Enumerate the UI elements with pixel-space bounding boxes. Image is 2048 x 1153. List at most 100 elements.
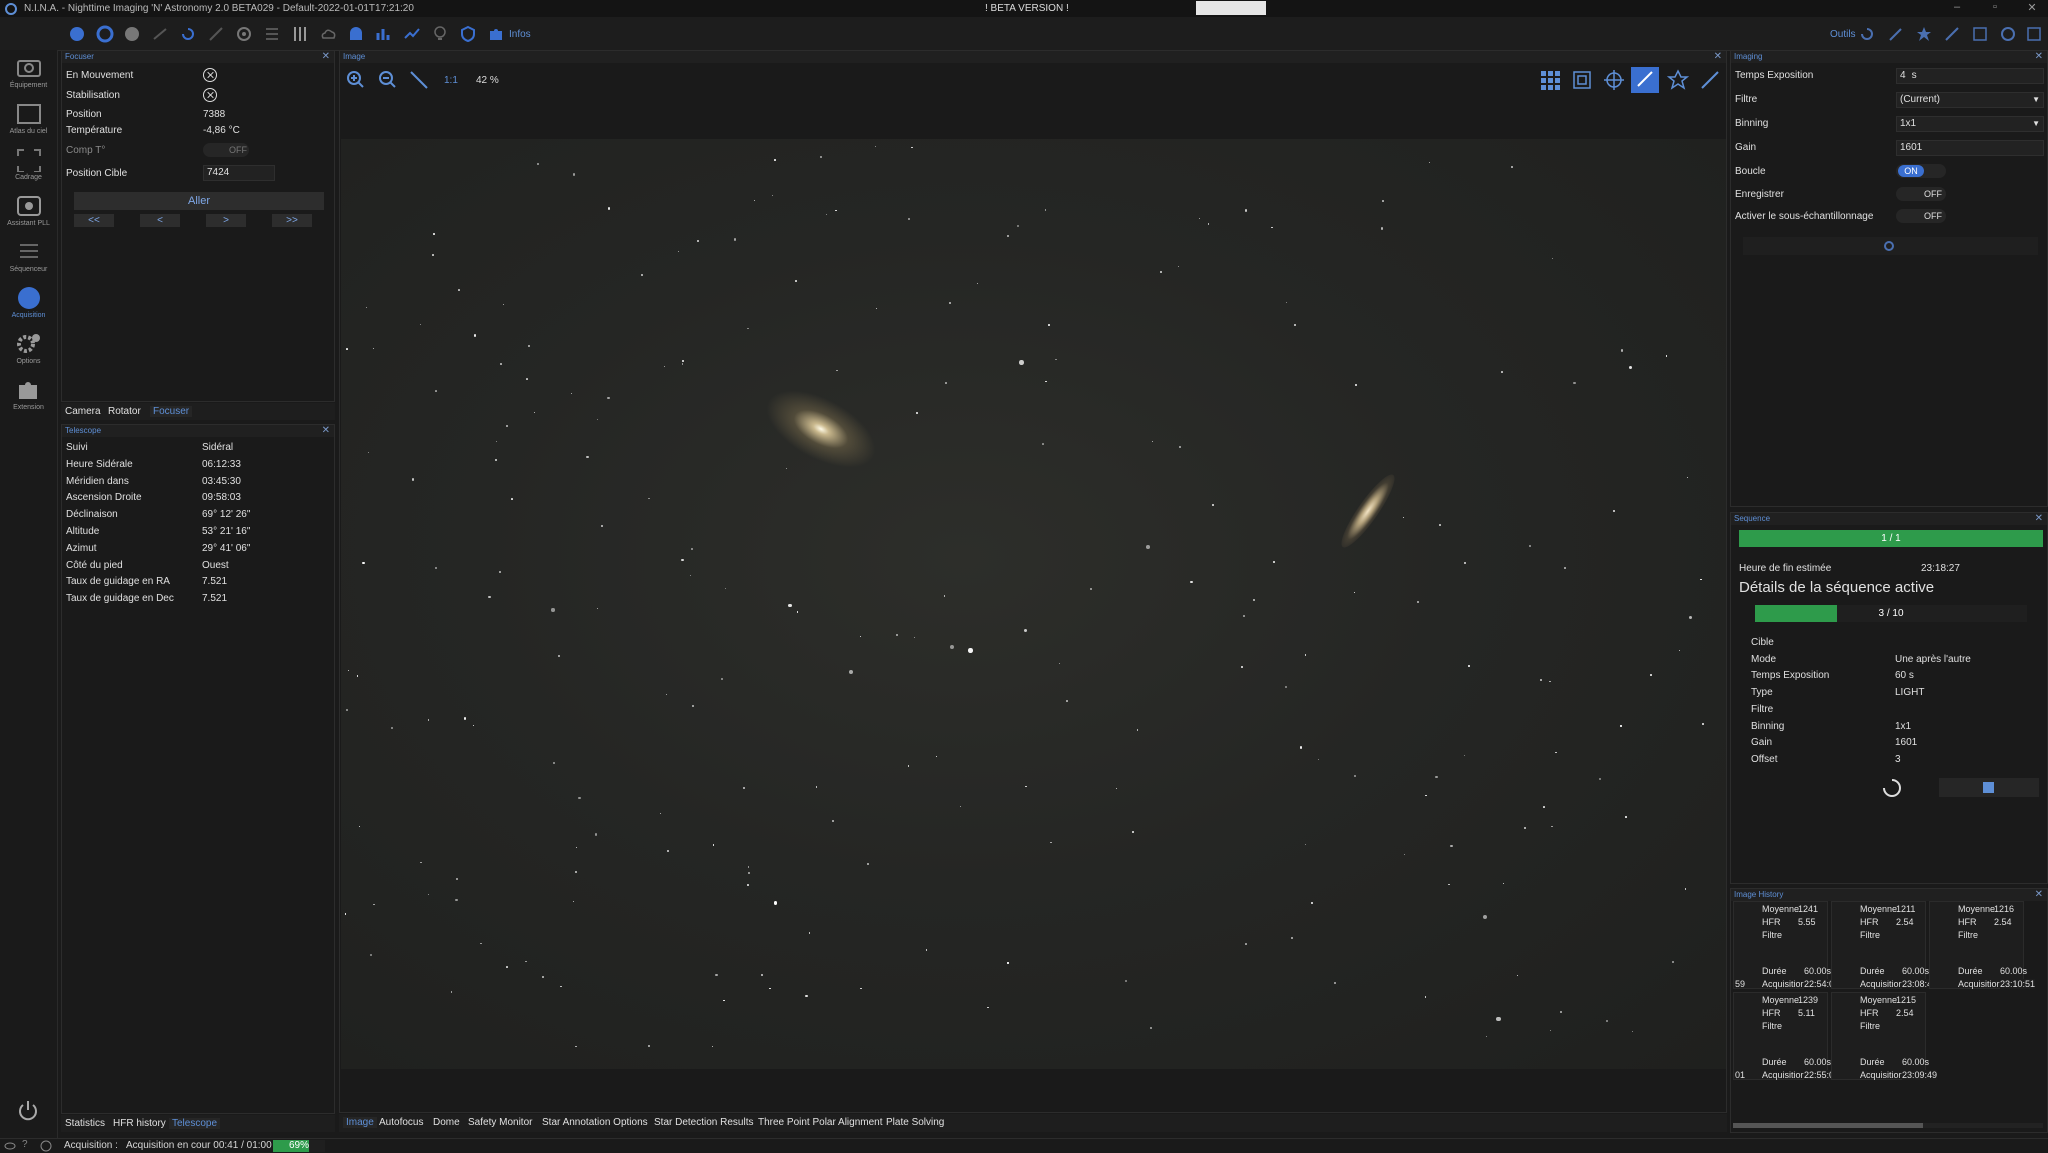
pen-icon[interactable] [1887, 25, 1905, 43]
shield-icon[interactable] [459, 25, 477, 43]
info-icon[interactable] [40, 1140, 52, 1152]
history-card[interactable]: Moyenne 1241 HFR 5.55 Filtre Durée 60.00s Acqui… [1733, 901, 1840, 989]
target-position-input[interactable]: 7424 [203, 165, 275, 181]
tab-image[interactable]: Image [343, 1117, 377, 1128]
close-icon[interactable]: ✕ [2022, 1, 2042, 15]
sidebar-item-sequencer[interactable]: Séquenceur [0, 236, 57, 280]
star [506, 966, 508, 968]
screen-capture-widget[interactable] [1196, 1, 1266, 15]
history-card[interactable]: Moyenne 1239 HFR 5.11 Filtre Durée 60.00s Acqui… [1733, 992, 1840, 1080]
sidebar-item-framing[interactable]: Cadrage [0, 144, 57, 188]
star [1483, 914, 1488, 919]
close-icon[interactable]: ✕ [1714, 51, 1722, 63]
step-big-forward-button[interactable]: >> [272, 214, 312, 227]
camera-status-icon[interactable] [68, 25, 86, 43]
close-icon[interactable]: ✕ [2035, 889, 2043, 901]
chart-icon[interactable] [375, 25, 393, 43]
close-icon[interactable]: ✕ [2035, 513, 2043, 525]
scrollbar-thumb[interactable] [1733, 1123, 1923, 1128]
power-icon[interactable] [16, 1098, 40, 1122]
sidebar-item-sky-atlas[interactable]: Atlas du ciel [0, 98, 57, 142]
step-forward-button[interactable]: > [206, 214, 246, 227]
tab-autofocus[interactable]: Autofocus [379, 1117, 423, 1128]
history-card[interactable]: Moyenne 1215 HFR 2.54 Filtre Durée 60.00s Acqui… [1831, 992, 1938, 1080]
telescope-icon[interactable] [151, 25, 169, 43]
filter-select[interactable]: (Current) ▼ [1896, 92, 2044, 108]
history-icon[interactable] [1999, 25, 2017, 43]
dome-icon[interactable] [347, 25, 365, 43]
star [345, 348, 348, 351]
sliders-icon[interactable] [291, 25, 309, 43]
trend-icon[interactable] [403, 25, 421, 43]
tab-telescope[interactable]: Telescope [169, 1118, 221, 1129]
star-outline-icon[interactable] [1667, 69, 1689, 91]
annotate-icon[interactable] [1699, 69, 1721, 91]
history-card[interactable]: Moyenne 1211 HFR 2.54 Filtre Durée 60.00s Acqui… [1831, 901, 1938, 989]
start-capture-button[interactable] [1743, 237, 2038, 255]
focuser-icon[interactable] [123, 25, 141, 43]
flat-panel-icon[interactable] [263, 25, 281, 43]
exposure-input[interactable]: 4s [1896, 68, 2044, 84]
crop-icon[interactable] [1571, 69, 1593, 91]
captured-image[interactable] [341, 139, 1726, 1069]
tab-star-annotation-options[interactable]: Star Annotation Options [542, 1117, 648, 1128]
actual-size-button[interactable]: 1:1 [444, 75, 458, 86]
tab-focuser[interactable]: Focuser [150, 406, 193, 417]
guider-icon[interactable] [207, 25, 225, 43]
stretch-toggle[interactable] [1631, 67, 1659, 93]
sidebar-item-equipment[interactable]: Équipement [0, 52, 57, 96]
minimize-icon[interactable]: – [1947, 1, 1967, 15]
focus-target-icon[interactable] [1971, 25, 1989, 43]
sidebar-item-polar-alignment[interactable]: Assistant PLL [0, 190, 57, 234]
go-button[interactable]: Aller [74, 192, 324, 210]
tab-statistics[interactable]: Statistics [65, 1118, 105, 1129]
star-icon[interactable] [1915, 25, 1933, 43]
loop-toggle[interactable]: ON [1896, 164, 1946, 178]
gain-input[interactable]: 1601 [1896, 140, 2044, 156]
step-big-back-button[interactable]: << [74, 214, 114, 227]
sidebar-item-options[interactable]: Options [0, 328, 57, 372]
history-card[interactable]: Moyenne 1216 HFR 2.54 Filtre Durée 60.00s Acqui… [1929, 901, 2036, 989]
history-scrollbar[interactable] [1733, 1123, 2043, 1128]
subsample-toggle[interactable]: OFF [1896, 209, 1946, 223]
help-icon[interactable]: ? [22, 1139, 28, 1150]
step-back-button[interactable]: < [140, 214, 180, 227]
rotator-icon[interactable] [179, 25, 197, 43]
outils-label[interactable]: Outils [1830, 29, 1856, 40]
settings-icon[interactable] [2025, 25, 2043, 43]
tab-rotator[interactable]: Rotator [108, 406, 141, 417]
fit-icon[interactable] [408, 69, 430, 91]
grid-icon[interactable] [1539, 69, 1561, 91]
stop-sequence-button[interactable] [1939, 778, 2039, 797]
tab-three-point-polar-alignment[interactable]: Three Point Polar Alignment [758, 1117, 883, 1128]
maximize-icon[interactable]: ▫ [1985, 1, 2005, 15]
tab-camera[interactable]: Camera [65, 406, 101, 417]
tab-plate-solving[interactable]: Plate Solving [886, 1117, 944, 1128]
sidebar-item-acquisition[interactable]: Acquisition [0, 282, 57, 326]
binning-select[interactable]: 1x1 ▼ [1896, 116, 2044, 132]
tab-safety-monitor[interactable]: Safety Monitor [468, 1117, 532, 1128]
close-icon[interactable]: ✕ [322, 425, 330, 437]
tab-star-detection-results[interactable]: Star Detection Results [654, 1117, 754, 1128]
save-toggle[interactable]: OFF [1896, 187, 1946, 201]
crosshair-icon[interactable] [1603, 69, 1625, 91]
close-icon[interactable]: ✕ [322, 51, 330, 63]
weather-icon[interactable] [319, 25, 337, 43]
filter-wheel-icon[interactable] [96, 25, 114, 43]
sidebar-item-extension[interactable]: Extension [0, 374, 57, 418]
tempcomp-toggle[interactable]: OFF [203, 143, 249, 157]
infos-label[interactable]: Infos [509, 29, 531, 40]
close-icon[interactable]: ✕ [2035, 51, 2043, 63]
wand-icon[interactable] [1943, 25, 1961, 43]
framing-icon [17, 149, 41, 172]
refresh-icon[interactable] [1858, 25, 1876, 43]
puzzle-icon[interactable] [487, 25, 505, 43]
zoom-in-icon[interactable] [344, 69, 366, 91]
zoom-out-icon[interactable] [376, 69, 398, 91]
focuser-header: Focuser ✕ [62, 51, 334, 63]
lightbulb-icon[interactable] [431, 25, 449, 43]
eye-icon[interactable] [4, 1140, 16, 1152]
switch-icon[interactable] [235, 25, 253, 43]
tab-hfr-history[interactable]: HFR history [113, 1118, 166, 1129]
tab-dome[interactable]: Dome [433, 1117, 460, 1128]
